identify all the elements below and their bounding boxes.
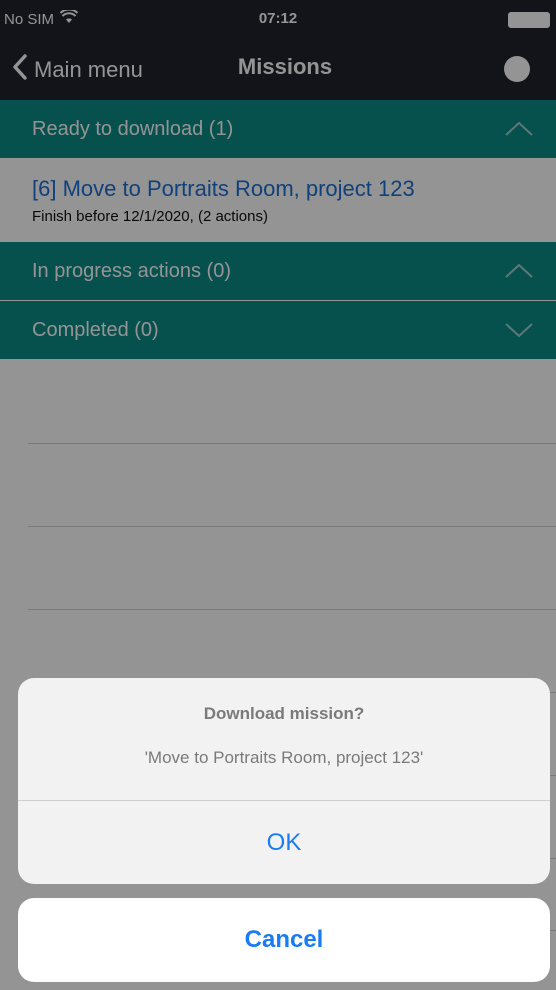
dialog-title: Download mission? (203, 704, 365, 723)
missions-screen: No SIM 07:12 Main menu Missions Ready to… (0, 0, 556, 990)
dialog-message: 'Move to Portraits Room, project 123' (144, 748, 424, 767)
cancel-button[interactable]: Cancel (18, 898, 550, 982)
download-confirm-sheet: Download mission? 'Move to Portraits Roo… (18, 678, 550, 884)
ok-button[interactable]: OK (18, 801, 550, 884)
